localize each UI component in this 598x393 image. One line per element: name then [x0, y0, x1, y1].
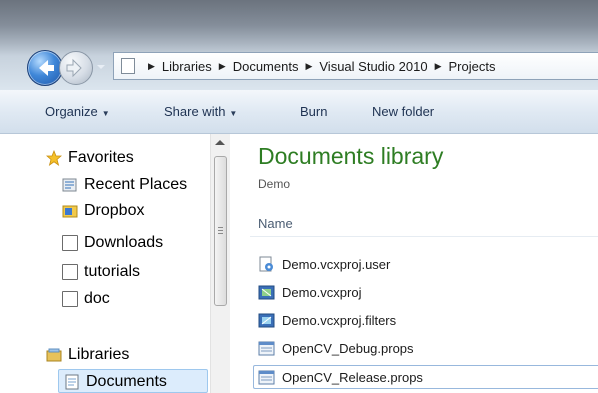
- dropdown-caret-icon: ▼: [101, 109, 110, 118]
- nav-favorites[interactable]: Favorites: [46, 148, 134, 168]
- nav-item-label: Downloads: [84, 234, 164, 251]
- organize-label: Organize: [45, 104, 98, 119]
- share-with-menu[interactable]: Share with ▼: [164, 104, 237, 119]
- file-row[interactable]: OpenCV_Debug.props: [258, 338, 414, 358]
- library-title: Documents library: [258, 143, 444, 169]
- props-file-icon: [258, 369, 275, 386]
- nav-item-label: Dropbox: [84, 202, 145, 219]
- nav-item-label: doc: [84, 290, 110, 307]
- breadcrumb-separator-icon[interactable]: ▶: [219, 61, 226, 72]
- column-header-divider: [250, 236, 598, 237]
- file-name: OpenCV_Release.props: [282, 369, 423, 385]
- folder-icon: [62, 264, 78, 280]
- nav-scrollbar[interactable]: [210, 134, 230, 393]
- nav-documents-label: Documents: [86, 373, 167, 390]
- burn-button[interactable]: Burn: [300, 104, 327, 119]
- documents-icon: [64, 374, 80, 390]
- breadcrumb-separator-icon[interactable]: ▶: [305, 61, 312, 72]
- nav-libraries-label: Libraries: [68, 346, 130, 363]
- breadcrumb-documents[interactable]: Documents: [233, 59, 299, 74]
- file-row[interactable]: Demo.vcxproj: [258, 282, 361, 302]
- nav-item-recent-places[interactable]: Recent Places: [62, 175, 187, 195]
- nav-item-doc[interactable]: doc: [62, 289, 110, 309]
- forward-button[interactable]: [59, 51, 93, 85]
- back-button[interactable]: [27, 50, 63, 86]
- share-with-label: Share with: [164, 104, 226, 119]
- folder-icon: [62, 235, 78, 251]
- organize-menu[interactable]: Organize ▼: [45, 104, 110, 119]
- file-name: OpenCV_Debug.props: [282, 340, 414, 356]
- nav-favorites-label: Favorites: [68, 149, 134, 166]
- address-bar[interactable]: ▶ Libraries ▶ Documents ▶ Visual Studio …: [113, 52, 598, 80]
- folder-location-icon: [121, 58, 135, 74]
- dropbox-folder-icon: [62, 203, 78, 219]
- nav-item-downloads[interactable]: Downloads: [62, 233, 163, 253]
- library-subtitle: Demo: [258, 177, 291, 191]
- back-arrow-icon: [39, 60, 54, 76]
- titlebar-shine: [0, 0, 598, 44]
- scrollbar-grip-icon: [218, 227, 223, 228]
- breadcrumb-separator-icon[interactable]: ▶: [435, 61, 442, 72]
- libraries-icon: [46, 347, 62, 363]
- nav-item-tutorials[interactable]: tutorials: [62, 262, 140, 282]
- command-toolbar: Organize ▼ Share with ▼ Burn New folder: [0, 90, 598, 134]
- file-name: Demo.vcxproj.filters: [282, 312, 397, 328]
- new-folder-button[interactable]: New folder: [372, 104, 434, 119]
- breadcrumb-visual-studio[interactable]: Visual Studio 2010: [319, 59, 427, 74]
- filters-file-icon: [258, 312, 275, 329]
- folder-icon: [62, 291, 78, 307]
- user-file-icon: [258, 256, 275, 273]
- file-name: Demo.vcxproj: [282, 284, 362, 300]
- nav-item-label: Recent Places: [84, 176, 188, 193]
- vcxproj-file-icon: [258, 284, 275, 301]
- dropdown-caret-icon: ▼: [229, 109, 238, 118]
- recent-pages-dropdown-icon[interactable]: [95, 62, 107, 72]
- breadcrumb-separator-icon[interactable]: ▶: [148, 61, 155, 72]
- recent-places-icon: [62, 177, 78, 193]
- nav-libraries[interactable]: Libraries: [46, 345, 129, 365]
- props-file-icon: [258, 340, 275, 357]
- star-icon: [46, 150, 62, 166]
- file-row[interactable]: Demo.vcxproj.user: [258, 254, 390, 274]
- breadcrumb-projects[interactable]: Projects: [448, 59, 495, 74]
- scroll-up-arrow-icon[interactable]: [215, 140, 225, 145]
- breadcrumb-libraries[interactable]: Libraries: [162, 59, 212, 74]
- nav-item-label: tutorials: [84, 263, 141, 280]
- file-row[interactable]: OpenCV_Release.props: [258, 367, 423, 387]
- scrollbar-thumb[interactable]: [214, 156, 227, 306]
- column-header-name[interactable]: Name: [258, 216, 293, 231]
- nav-item-documents[interactable]: Documents: [64, 372, 167, 392]
- file-row[interactable]: Demo.vcxproj.filters: [258, 310, 396, 330]
- forward-arrow-icon: [66, 58, 82, 78]
- nav-item-dropbox[interactable]: Dropbox: [62, 201, 144, 221]
- file-name: Demo.vcxproj.user: [282, 256, 391, 272]
